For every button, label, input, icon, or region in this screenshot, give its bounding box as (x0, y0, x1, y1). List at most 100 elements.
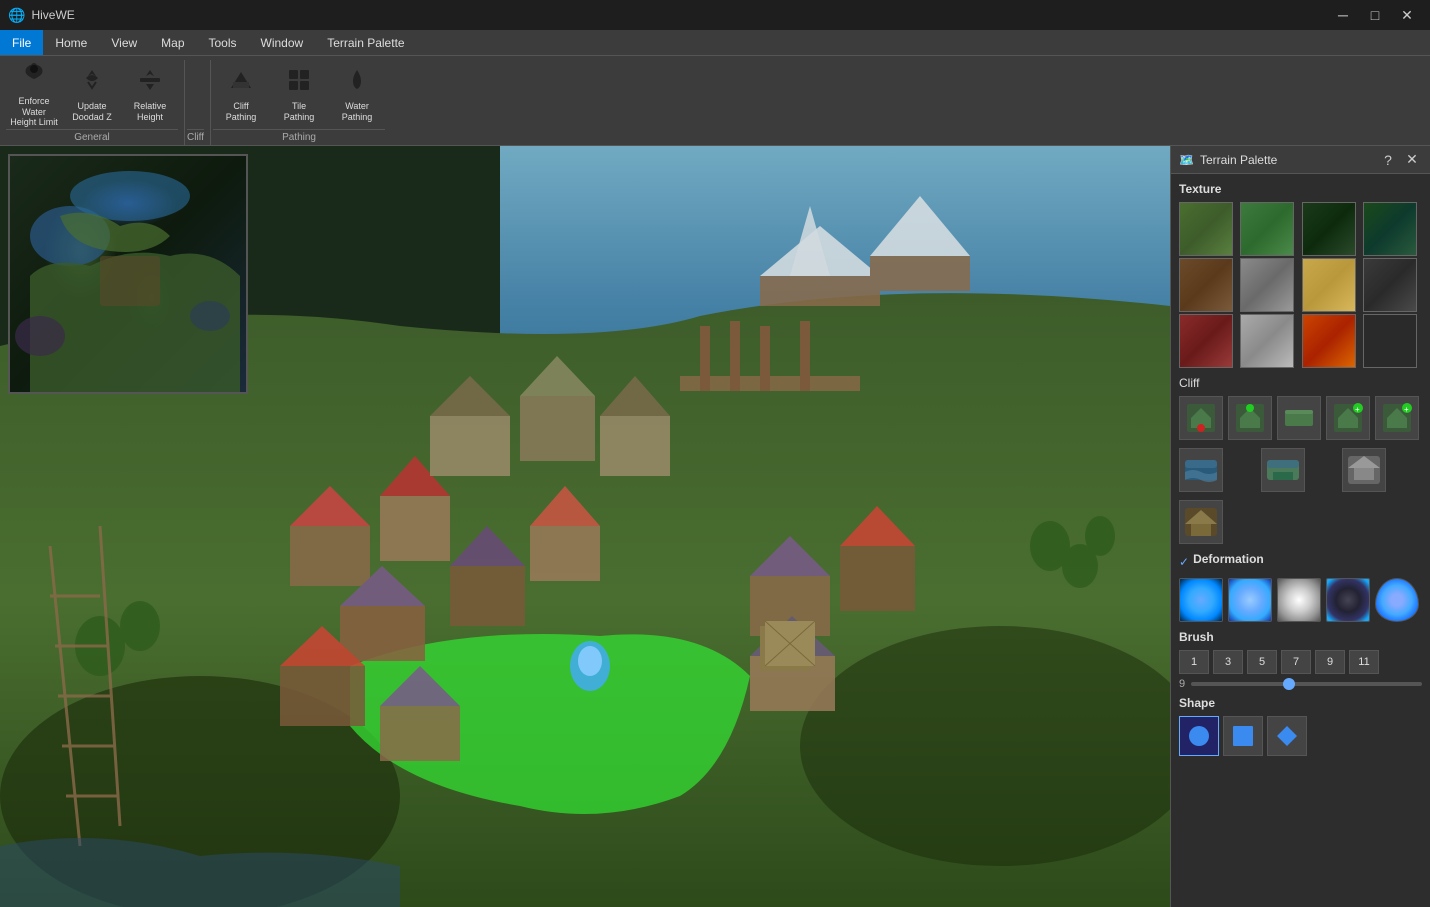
map-canvas[interactable] (0, 146, 1170, 907)
toolbar-pathing-items: CliffPathing TilePathing (213, 60, 385, 129)
cliff-shallows-button[interactable] (1261, 448, 1305, 492)
enforce-water-height-button[interactable]: Enforce WaterHeight Limit (6, 65, 62, 125)
water-pathing-icon (343, 66, 371, 99)
maximize-button[interactable]: □ (1360, 5, 1390, 25)
panel-help-button[interactable]: ? (1378, 150, 1398, 170)
cliff-pathing-button[interactable]: CliffPathing (213, 65, 269, 125)
shape-section: Shape (1179, 696, 1422, 756)
cliff-raise2-button[interactable]: + (1326, 396, 1370, 440)
texture-stone[interactable] (1240, 258, 1294, 312)
cliff-stone-button[interactable] (1342, 448, 1386, 492)
main-area: 🗺️ Terrain Palette ? ✕ Texture (0, 146, 1430, 907)
deform-plateau-button[interactable] (1228, 578, 1272, 622)
brush-size-5[interactable]: 5 (1247, 650, 1277, 674)
cliff-water-button[interactable] (1179, 448, 1223, 492)
cliff-lower-button[interactable] (1179, 396, 1223, 440)
menu-map[interactable]: Map (149, 30, 196, 55)
texture-sand[interactable] (1302, 258, 1356, 312)
panel-content: Texture Cliff (1171, 174, 1430, 907)
svg-text:+: + (1355, 405, 1360, 414)
menu-view[interactable]: View (99, 30, 149, 55)
shape-circle-button[interactable] (1179, 716, 1219, 756)
panel-close-button[interactable]: ✕ (1402, 150, 1422, 170)
texture-empty (1363, 314, 1417, 368)
menu-terrain-palette[interactable]: Terrain Palette (315, 30, 416, 55)
texture-dirt[interactable] (1179, 258, 1233, 312)
menu-bar: File Home View Map Tools Window Terrain … (0, 30, 1430, 56)
title-bar-controls[interactable]: ─ □ ✕ (1328, 5, 1422, 25)
shape-diamond-button[interactable] (1267, 716, 1307, 756)
water-pathing-button[interactable]: WaterPathing (329, 65, 385, 125)
brush-size-7[interactable]: 7 (1281, 650, 1311, 674)
update-doodad-z-button[interactable]: UpdateDoodad Z (64, 65, 120, 125)
menu-home[interactable]: Home (43, 30, 99, 55)
brush-slider-row: 9 (1179, 678, 1422, 690)
cliff-pathing-icon (227, 66, 255, 99)
relative-height-icon (136, 66, 164, 99)
menu-tools[interactable]: Tools (197, 30, 249, 55)
cliff-extra-button[interactable] (1179, 500, 1223, 544)
cliff-section: Cliff (1179, 376, 1422, 544)
pathing-group-label: Pathing (213, 129, 385, 145)
minimap (8, 154, 248, 394)
panel-icon: 🗺️ (1179, 153, 1194, 167)
app-title: HiveWE (31, 8, 74, 22)
texture-lava[interactable] (1302, 314, 1356, 368)
cliff-lower2-button[interactable]: + (1375, 396, 1419, 440)
enforce-water-label: Enforce WaterHeight Limit (9, 96, 59, 128)
toolbar-group-cliff: Cliff (185, 60, 211, 145)
cliff-flat-button[interactable] (1277, 396, 1321, 440)
brush-size-3[interactable]: 3 (1213, 650, 1243, 674)
brush-size-row: 1 3 5 7 9 11 (1179, 650, 1422, 674)
shape-row (1179, 716, 1422, 756)
panel-title-left: 🗺️ Terrain Palette (1179, 153, 1277, 167)
deformation-section: ✓ Deformation (1179, 552, 1422, 622)
deform-smooth-button[interactable] (1375, 578, 1419, 622)
texture-light-stone[interactable] (1240, 314, 1294, 368)
menu-window[interactable]: Window (249, 30, 316, 55)
texture-dark-grass[interactable] (1302, 202, 1356, 256)
cliff-extra-row (1179, 500, 1422, 544)
enforce-water-icon (20, 61, 48, 94)
brush-size-9[interactable]: 9 (1315, 650, 1345, 674)
brush-size-1[interactable]: 1 (1179, 650, 1209, 674)
brush-size-11[interactable]: 11 (1349, 650, 1379, 674)
toolbar-group-pathing: CliffPathing TilePathing (211, 60, 391, 145)
general-group-label: General (6, 129, 178, 145)
tile-pathing-button[interactable]: TilePathing (271, 65, 327, 125)
texture-grass2[interactable] (1240, 202, 1294, 256)
texture-grass[interactable] (1179, 202, 1233, 256)
brush-value-label: 9 (1179, 678, 1185, 690)
texture-red[interactable] (1179, 314, 1233, 368)
cliff-pathing-label: CliffPathing (226, 101, 257, 123)
texture-dark-stone[interactable] (1363, 258, 1417, 312)
tile-pathing-label: TilePathing (284, 101, 315, 123)
texture-label: Texture (1179, 182, 1422, 196)
brush-section: Brush 1 3 5 7 9 11 9 (1179, 630, 1422, 690)
cliff-grid: + + (1179, 396, 1422, 440)
brush-slider[interactable] (1191, 682, 1422, 686)
deformation-label: Deformation (1193, 552, 1264, 566)
deformation-grid (1179, 578, 1422, 622)
tile-pathing-icon (285, 66, 313, 99)
menu-file[interactable]: File (0, 30, 43, 55)
toolbar-general-items: Enforce WaterHeight Limit UpdateDoodad Z (6, 60, 178, 129)
svg-text:+: + (1404, 405, 1409, 414)
shape-square-button[interactable] (1223, 716, 1263, 756)
deform-noise-button[interactable] (1277, 578, 1321, 622)
minimize-button[interactable]: ─ (1328, 5, 1358, 25)
deformation-check: ✓ (1179, 555, 1189, 569)
deform-lower-button[interactable] (1326, 578, 1370, 622)
update-doodad-icon (78, 66, 106, 99)
panel-title-icons[interactable]: ? ✕ (1378, 150, 1422, 170)
cliff-grid2 (1179, 448, 1422, 492)
panel-title: Terrain Palette (1200, 153, 1277, 167)
minimap-image (10, 156, 246, 392)
texture-vine[interactable] (1363, 202, 1417, 256)
deform-raise-button[interactable] (1179, 578, 1223, 622)
close-button[interactable]: ✕ (1392, 5, 1422, 25)
app-icon: 🌐 (8, 7, 25, 24)
cliff-raise-button[interactable] (1228, 396, 1272, 440)
relative-height-button[interactable]: RelativeHeight (122, 65, 178, 125)
shape-label: Shape (1179, 696, 1422, 710)
